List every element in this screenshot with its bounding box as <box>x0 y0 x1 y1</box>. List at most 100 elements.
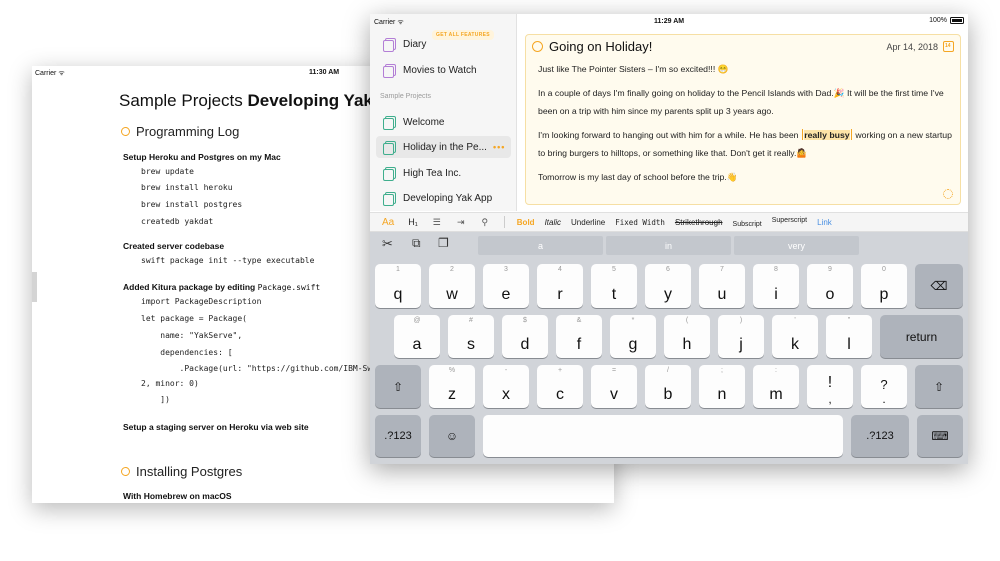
wifi-icon: ᯤ <box>58 70 65 77</box>
heading-setup-heroku: Setup Heroku and Postgres on my Mac <box>123 152 281 162</box>
key-z[interactable]: % z <box>429 365 475 408</box>
code-line: brew install postgres <box>141 200 243 209</box>
note-title[interactable]: Going on Holiday! <box>532 39 652 54</box>
key-shift-left[interactable]: ⇧ <box>375 365 421 408</box>
code-line: dependencies: [ <box>141 348 233 357</box>
battery-icon <box>950 17 964 24</box>
list-icon[interactable]: ☰ <box>430 217 444 228</box>
italic-button[interactable]: Italic <box>545 218 561 227</box>
screenshot-stage: Carrier ᯤ 11:30 AM Sample Projects Devel… <box>0 0 1000 561</box>
sidebar-item-yak-app[interactable]: Developing Yak App <box>376 187 511 209</box>
key-dismiss-keyboard[interactable]: ⌨ <box>917 415 963 457</box>
key-a[interactable]: @ a <box>394 315 440 358</box>
key-q[interactable]: 1q <box>375 264 421 308</box>
key-exclaim[interactable]: !, <box>807 365 853 408</box>
key-numbers-right[interactable]: .?123 <box>851 415 909 457</box>
note-paragraph-selection: I'm looking forward to hanging out with … <box>538 129 952 158</box>
fixed-width-button[interactable]: Fixed Width <box>615 218 665 227</box>
notebook-icon <box>383 64 396 78</box>
strikethrough-button[interactable]: Strikethrough <box>675 218 723 227</box>
key-numbers-left[interactable]: .?123 <box>375 415 421 457</box>
more-options-icon[interactable]: ••• <box>493 142 505 152</box>
notebook-icon <box>383 141 396 155</box>
key-t[interactable]: 5t <box>591 264 637 308</box>
gear-icon[interactable] <box>943 189 953 199</box>
suggestion-very[interactable]: very <box>734 236 859 255</box>
heading-added-kitura: Added Kitura package by editing Package.… <box>123 282 321 292</box>
wifi-icon: ᯤ <box>397 19 404 26</box>
suggestion-a[interactable]: a <box>478 236 603 255</box>
selection-end-handle[interactable] <box>850 129 852 140</box>
shift-icon: ⇧ <box>933 379 945 394</box>
back-time: 11:30 AM <box>309 69 340 76</box>
code-line: swift package init --type executable <box>141 256 315 265</box>
superscript-button[interactable]: Superscript <box>772 217 807 224</box>
copy-icon[interactable]: ⧉ <box>412 236 421 251</box>
key-i[interactable]: 8i <box>753 264 799 308</box>
key-f[interactable]: & f <box>556 315 602 358</box>
sidebar-item-holiday[interactable]: Holiday in the Pe... ••• <box>376 136 511 158</box>
section-heading-installing-postgres: Installing Postgres <box>121 464 242 479</box>
calendar-icon[interactable] <box>943 41 954 52</box>
key-question[interactable]: ?. <box>861 365 907 408</box>
paste-icon[interactable]: ❐ <box>438 236 449 250</box>
key-r[interactable]: 4r <box>537 264 583 308</box>
code-line: name: "YakServe", <box>141 331 243 340</box>
key-s[interactable]: # s <box>448 315 494 358</box>
key-emoji[interactable]: ☺ <box>429 415 475 457</box>
key-n[interactable]: ; n <box>699 365 745 408</box>
onscreen-keyboard: ✂ ⧉ ❐ a in very 1q 2w 3e 4r 5t 6y 7u 8i … <box>370 232 968 464</box>
selected-text[interactable]: really busy <box>804 130 850 140</box>
split-view-handle[interactable] <box>32 272 37 302</box>
key-g[interactable]: * g <box>610 315 656 358</box>
key-return[interactable]: return <box>880 315 963 358</box>
key-j[interactable]: ) j <box>718 315 764 358</box>
selection-start-handle[interactable] <box>801 129 804 140</box>
heading-button[interactable]: H₁ <box>408 217 418 227</box>
note-paragraph: Tomorrow is my last day of school before… <box>538 172 738 182</box>
note-editor[interactable]: Going on Holiday! Apr 14, 2018 Just like… <box>525 34 961 205</box>
link-button[interactable]: Link <box>817 218 832 227</box>
sidebar-section-sample-projects: Sample Projects <box>380 93 431 100</box>
key-d[interactable]: $ d <box>502 315 548 358</box>
key-backspace[interactable]: ⌫ <box>915 264 963 308</box>
indent-icon[interactable]: ⇥ <box>454 217 468 228</box>
sidebar-item-diary[interactable]: Diary <box>376 33 511 55</box>
key-x[interactable]: -x <box>483 365 529 408</box>
key-u[interactable]: 7u <box>699 264 745 308</box>
underline-button[interactable]: Underline <box>571 218 605 227</box>
code-line: .Package(url: "https://github.com/IBM-Sw <box>141 364 373 373</box>
suggestion-in[interactable]: in <box>606 236 731 255</box>
toolbar-divider <box>503 216 505 228</box>
person-icon[interactable]: ⚲ <box>478 217 492 228</box>
key-h[interactable]: (h <box>664 315 710 358</box>
notebook-icon <box>383 116 396 130</box>
notebook-sidebar: GET ALL FEATURES Diary Movies to Watch S… <box>370 14 517 211</box>
key-space[interactable] <box>483 415 843 457</box>
key-m[interactable]: :m <box>753 365 799 408</box>
note-date: Apr 14, 2018 <box>886 41 954 52</box>
key-o[interactable]: 9o <box>807 264 853 308</box>
key-c[interactable]: + c <box>537 365 583 408</box>
bold-button[interactable]: Bold <box>517 218 535 227</box>
key-v[interactable]: = v <box>591 365 637 408</box>
key-k[interactable]: ' k <box>772 315 818 358</box>
cut-icon[interactable]: ✂ <box>382 236 393 252</box>
key-e[interactable]: 3e <box>483 264 529 308</box>
shift-icon: ⇧ <box>392 379 404 394</box>
emoji-icon: ☺ <box>445 429 459 443</box>
key-l[interactable]: " l <box>826 315 872 358</box>
sidebar-item-welcome[interactable]: Welcome <box>376 111 511 133</box>
key-w[interactable]: 2w <box>429 264 475 308</box>
sidebar-item-high-tea[interactable]: High Tea Inc. <box>376 162 511 184</box>
key-p[interactable]: 0p <box>861 264 907 308</box>
code-line: import PackageDescription <box>141 297 262 306</box>
sidebar-item-movies[interactable]: Movies to Watch <box>376 59 511 81</box>
key-shift-right[interactable]: ⇧ <box>915 365 963 408</box>
subscript-button[interactable]: Subscript <box>733 221 762 228</box>
key-y[interactable]: 6y <box>645 264 691 308</box>
back-carrier: Carrier ᯤ <box>35 70 65 77</box>
key-b[interactable]: / b <box>645 365 691 408</box>
heading-staging-server: Setup a staging server on Heroku via web… <box>123 422 309 432</box>
font-style-button[interactable]: Aa <box>382 217 394 228</box>
